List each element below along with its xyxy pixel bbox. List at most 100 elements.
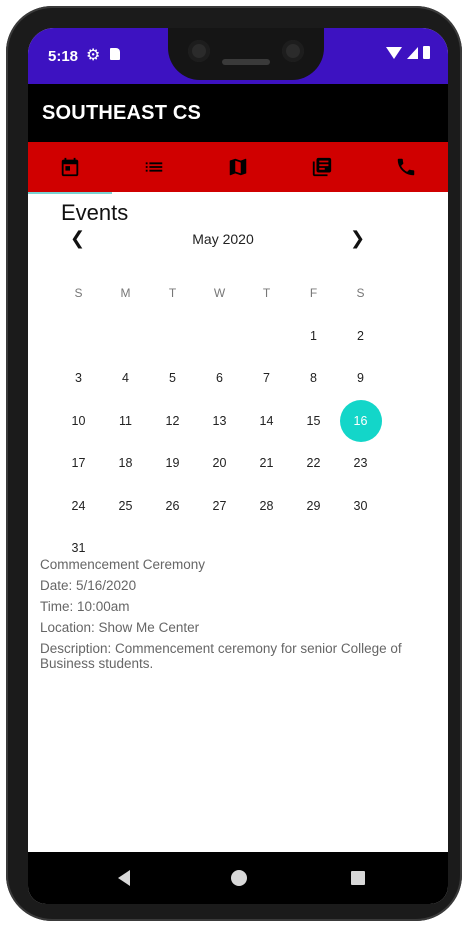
day-number: 20 bbox=[212, 456, 227, 471]
sd-card-icon bbox=[110, 48, 120, 60]
day-number: 22 bbox=[306, 456, 321, 471]
calendar-day[interactable]: 26 bbox=[149, 485, 196, 528]
day-number: 24 bbox=[71, 498, 86, 513]
back-icon[interactable] bbox=[118, 870, 130, 886]
day-number: 18 bbox=[118, 456, 133, 471]
day-number: 14 bbox=[259, 413, 274, 428]
app-title: SOUTHEAST CS bbox=[42, 102, 202, 124]
day-number: 15 bbox=[306, 413, 321, 428]
calendar-day[interactable]: 1 bbox=[290, 315, 337, 358]
next-month-button[interactable]: ❯ bbox=[350, 228, 365, 249]
calendar-day[interactable]: 10 bbox=[55, 400, 102, 443]
day-number: 1 bbox=[310, 328, 317, 343]
day-number: 10 bbox=[71, 413, 86, 428]
calendar-day[interactable]: 6 bbox=[196, 357, 243, 400]
day-number: 21 bbox=[259, 456, 274, 471]
front-camera-icon bbox=[188, 40, 210, 62]
earpiece-speaker bbox=[222, 59, 270, 65]
calendar-day[interactable]: 29 bbox=[290, 485, 337, 528]
day-number: 4 bbox=[122, 371, 129, 386]
app-bar: SOUTHEAST CS bbox=[28, 84, 448, 142]
calendar-grid: S M T W T F S 1 2 3 4 5 6 7 8 9 10 11 12 13 14 15 16 17 18 19 20 21… bbox=[55, 272, 384, 570]
calendar-day[interactable]: 28 bbox=[243, 485, 290, 528]
day-number: 30 bbox=[353, 498, 368, 513]
calendar-day[interactable]: 13 bbox=[196, 400, 243, 443]
weekday-header: F bbox=[309, 286, 318, 301]
calendar-day[interactable]: 5 bbox=[149, 357, 196, 400]
calendar-day[interactable]: 14 bbox=[243, 400, 290, 443]
calendar-day[interactable]: 7 bbox=[243, 357, 290, 400]
tab-bar bbox=[28, 142, 448, 194]
map-icon bbox=[229, 158, 247, 176]
calendar-day[interactable]: 2 bbox=[337, 315, 384, 358]
news-icon bbox=[312, 157, 332, 177]
calendar-day[interactable]: 23 bbox=[337, 442, 384, 485]
calendar-day[interactable]: 15 bbox=[290, 400, 337, 443]
front-sensor-icon bbox=[282, 40, 304, 62]
day-number: 2 bbox=[357, 328, 364, 343]
day-number: 5 bbox=[169, 371, 176, 386]
day-number: 28 bbox=[259, 498, 274, 513]
day-number: 26 bbox=[165, 498, 180, 513]
tab-list[interactable] bbox=[112, 142, 196, 192]
day-number: 29 bbox=[306, 498, 321, 513]
weekday-header: W bbox=[213, 286, 226, 301]
empty-day-cell bbox=[196, 315, 243, 358]
weekday-header: S bbox=[356, 286, 365, 301]
weekday-header: S bbox=[74, 286, 83, 301]
calendar-day-selected[interactable]: 16 bbox=[337, 399, 384, 443]
tab-map[interactable] bbox=[196, 142, 280, 192]
day-number: 25 bbox=[118, 498, 133, 513]
calendar-day[interactable]: 12 bbox=[149, 400, 196, 443]
calendar-day[interactable]: 19 bbox=[149, 442, 196, 485]
calendar-day[interactable]: 30 bbox=[337, 485, 384, 528]
calendar-day[interactable]: 18 bbox=[102, 442, 149, 485]
phone-icon bbox=[397, 158, 415, 176]
recent-apps-icon[interactable] bbox=[351, 871, 365, 885]
empty-day-cell bbox=[149, 315, 196, 358]
status-time: 5:18 bbox=[48, 48, 79, 65]
day-number: 6 bbox=[216, 371, 223, 386]
calendar-header: ❮ May 2020 ❯ bbox=[28, 228, 418, 254]
empty-day-cell bbox=[55, 315, 102, 358]
day-number: 11 bbox=[119, 413, 132, 428]
calendar-day[interactable]: 17 bbox=[55, 442, 102, 485]
day-number: 27 bbox=[212, 498, 227, 513]
calendar-day[interactable]: 21 bbox=[243, 442, 290, 485]
camera-notch bbox=[168, 28, 324, 80]
screen: 5:18 ⚙ SOUTHEAST CS Events ❮ May 2020 ❯ … bbox=[28, 28, 448, 904]
battery-icon bbox=[423, 46, 430, 59]
event-date: Date: 5/16/2020 bbox=[40, 578, 137, 593]
calendar-day[interactable]: 4 bbox=[102, 357, 149, 400]
previous-month-button[interactable]: ❮ bbox=[70, 228, 85, 249]
event-location: Location: Show Me Center bbox=[40, 620, 200, 635]
tab-events[interactable] bbox=[28, 142, 112, 194]
calendar-day[interactable]: 3 bbox=[55, 357, 102, 400]
day-number: 16 bbox=[339, 399, 382, 442]
status-icons bbox=[386, 46, 430, 59]
calendar-day[interactable]: 24 bbox=[55, 485, 102, 528]
home-icon[interactable] bbox=[231, 870, 247, 886]
calendar-day[interactable]: 11 bbox=[102, 400, 149, 443]
day-number: 17 bbox=[71, 456, 86, 471]
signal-icon bbox=[407, 46, 418, 59]
calendar-day[interactable]: 25 bbox=[102, 485, 149, 528]
tab-contact[interactable] bbox=[364, 142, 448, 192]
calendar-day[interactable]: 27 bbox=[196, 485, 243, 528]
day-number: 7 bbox=[263, 371, 270, 386]
weekday-header: T bbox=[262, 286, 271, 301]
month-label: May 2020 bbox=[192, 231, 254, 247]
calendar-icon bbox=[61, 157, 79, 177]
calendar-day[interactable]: 8 bbox=[290, 357, 337, 400]
calendar-day[interactable]: 22 bbox=[290, 442, 337, 485]
day-number: 3 bbox=[75, 371, 82, 386]
list-icon bbox=[145, 162, 163, 172]
calendar-day[interactable]: 9 bbox=[337, 357, 384, 400]
calendar-day[interactable]: 20 bbox=[196, 442, 243, 485]
day-number: 13 bbox=[212, 413, 227, 428]
day-number: 12 bbox=[165, 413, 180, 428]
tab-news[interactable] bbox=[280, 142, 364, 192]
event-time: Time: 10:00am bbox=[40, 599, 130, 614]
day-number: 8 bbox=[310, 371, 317, 386]
empty-day-cell bbox=[102, 315, 149, 358]
